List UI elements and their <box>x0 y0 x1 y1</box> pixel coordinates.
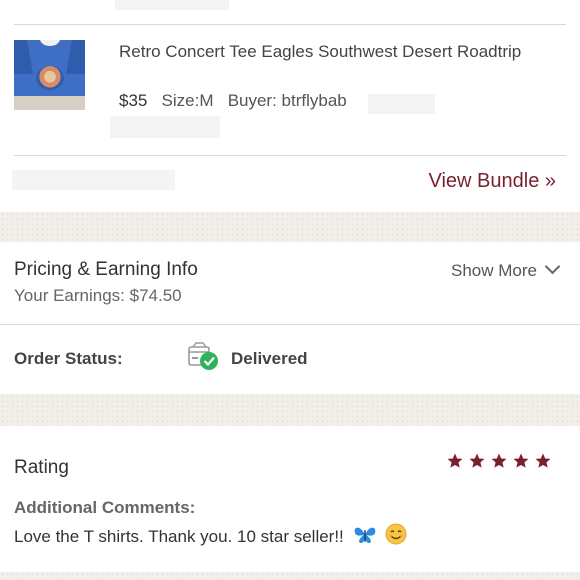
listing-title[interactable]: Retro Concert Tee Eagles Southwest Deser… <box>119 39 559 65</box>
delivered-box-icon <box>188 342 218 370</box>
star-icon <box>513 453 529 468</box>
listing-thumbnail[interactable] <box>14 40 85 110</box>
section-separator <box>0 572 580 580</box>
listing-item[interactable]: Retro Concert Tee Eagles Southwest Deser… <box>0 25 580 155</box>
comment-text: Love the T shirts. Thank you. 10 star se… <box>14 527 344 546</box>
listing-buyer: Buyer: btrflybab <box>227 91 347 110</box>
star-icon <box>447 453 463 468</box>
order-status-label: Order Status: <box>14 349 123 368</box>
star-rating <box>446 452 552 470</box>
comment-row: Love the T shirts. Thank you. 10 star se… <box>14 523 407 547</box>
comments-label: Additional Comments: <box>14 498 196 517</box>
redacted-block <box>12 170 175 190</box>
listing-price: $35 <box>119 91 148 110</box>
order-status-value: Delivered <box>231 349 308 368</box>
show-more-button[interactable]: Show More <box>451 258 561 281</box>
pricing-title: Pricing & Earning Info <box>14 259 198 280</box>
rating-title: Rating <box>14 457 69 478</box>
section-separator <box>0 212 580 242</box>
butterfly-emoji-icon <box>354 527 375 543</box>
star-icon <box>491 453 507 468</box>
earnings-text: Your Earnings: $74.50 <box>14 286 182 305</box>
chevron-down-icon <box>544 258 561 275</box>
star-icon <box>469 453 485 468</box>
pricing-divider <box>0 324 580 325</box>
section-separator <box>0 394 580 426</box>
listing-size: Size:M <box>161 91 214 110</box>
star-icon <box>535 453 551 468</box>
item-divider <box>14 155 566 156</box>
redacted-block <box>115 0 229 10</box>
listing-meta: $35 Size:M Buyer: btrflybab <box>119 91 347 111</box>
view-bundle-link[interactable]: View Bundle » <box>429 170 557 193</box>
show-more-label: Show More <box>451 261 537 280</box>
smiling-face-emoji-icon <box>385 523 407 545</box>
